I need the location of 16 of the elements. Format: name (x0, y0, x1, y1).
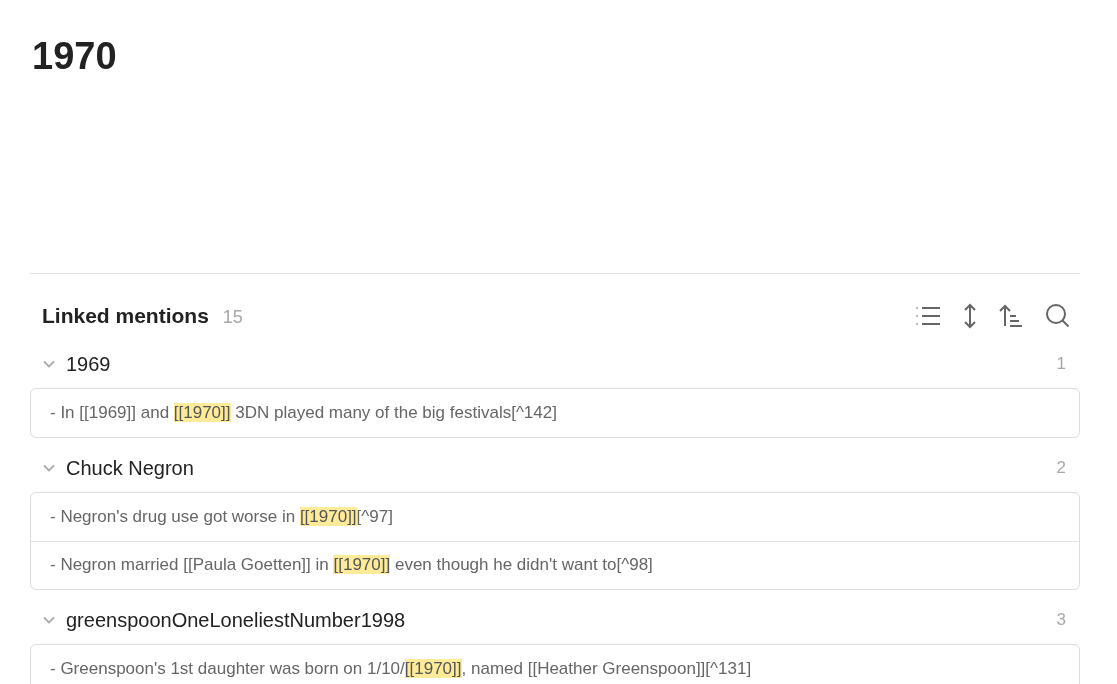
sort-icon[interactable] (999, 303, 1023, 328)
group-count: 1 (1056, 352, 1066, 375)
mention-text[interactable]: - Negron's drug use got worse in [[1970]][^97] (50, 503, 393, 530)
group-count: 3 (1056, 608, 1066, 631)
mention-count: 15 (222, 306, 243, 329)
section-title: Linked mentions (42, 303, 209, 329)
expand-vertical-icon[interactable] (963, 302, 977, 329)
mention-text[interactable]: - Negron married [[Paula Goetten]] in [[1970]] even though he didn't want to[^98] (50, 552, 653, 578)
mention-text[interactable]: - In [[1969]] and [[1970]] 3DN played many of the big festivals[^142] (50, 399, 557, 426)
group-title[interactable]: 1969 (66, 348, 111, 379)
search-icon[interactable] (1045, 303, 1070, 329)
group-count: 2 (1056, 456, 1066, 479)
group-title[interactable]: Chuck Negron (66, 452, 194, 483)
page-title: 1970 (32, 34, 118, 78)
group-title[interactable]: greenspoonOneLoneliestNumber1998 (66, 604, 406, 635)
list-icon[interactable] (915, 304, 941, 327)
